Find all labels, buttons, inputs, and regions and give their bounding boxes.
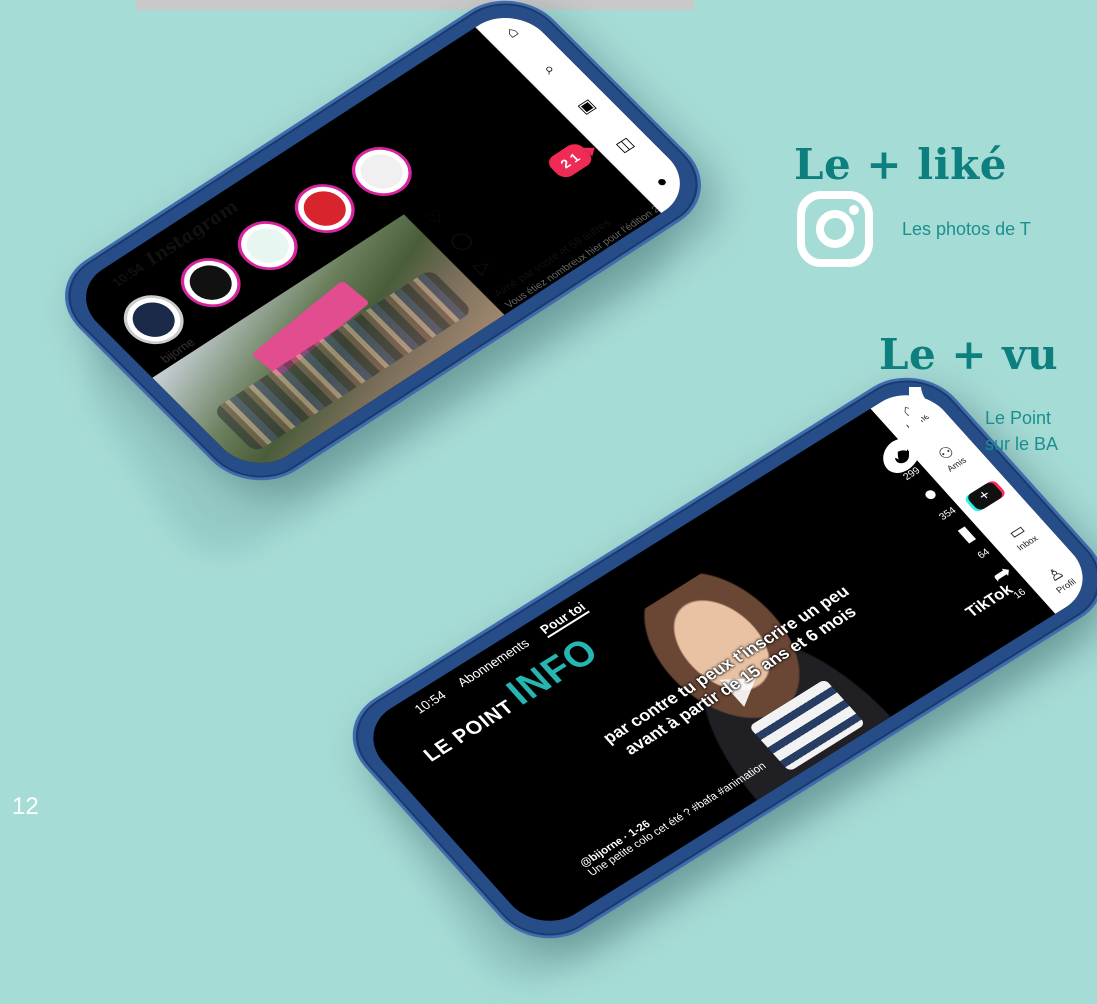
status-time: 10:54 — [108, 260, 147, 290]
comment-icon[interactable]: ◯ — [445, 228, 477, 254]
comment-count: 354 — [937, 505, 959, 523]
caption-most-viewed-line1: Le Point — [985, 408, 1052, 428]
top-band — [136, 0, 694, 10]
heading-most-liked: Le + liké — [794, 140, 1007, 189]
instagram-screen: 10:54 Instagram bijorne ♡ ◯ ▷ Aimé par v… — [67, 2, 699, 479]
bookmark-icon[interactable]: ▮ — [952, 521, 979, 546]
tiktok-watermark: TikTok — [962, 581, 1017, 621]
caption-most-viewed-line2: sur le BA — [985, 434, 1059, 454]
reels-icon[interactable]: ▣ — [573, 96, 600, 119]
nav-inbox[interactable]: ▭ Inbox — [1001, 518, 1040, 552]
heart-icon[interactable]: ♡ — [421, 204, 453, 230]
profile-icon[interactable]: ● — [652, 173, 673, 191]
heading-most-viewed: Le + vu — [879, 330, 1059, 379]
caption-most-liked: Les photos de T — [902, 219, 1031, 239]
create-button[interactable]: + — [965, 480, 1005, 512]
notification-badge: 2 1 — [544, 140, 596, 181]
shop-icon[interactable]: ◫ — [611, 134, 638, 157]
instagram-top-bar: 10:54 Instagram — [67, 3, 539, 319]
instagram-icon — [797, 191, 873, 267]
save-count: 64 — [975, 546, 993, 562]
home-icon[interactable]: ⌂ — [502, 24, 523, 42]
status-time: 10:54 — [410, 687, 449, 716]
nav-profile[interactable]: ♙ Profil — [1040, 561, 1078, 594]
tab-for-you[interactable]: Pour toi — [536, 599, 590, 638]
search-icon[interactable]: ⌕ — [539, 61, 560, 79]
tiktok-icon — [883, 387, 935, 473]
page-number: 12 — [12, 793, 39, 820]
nav-friends[interactable]: ⚇ Amis — [931, 440, 969, 473]
send-icon[interactable]: ▷ — [469, 252, 501, 278]
